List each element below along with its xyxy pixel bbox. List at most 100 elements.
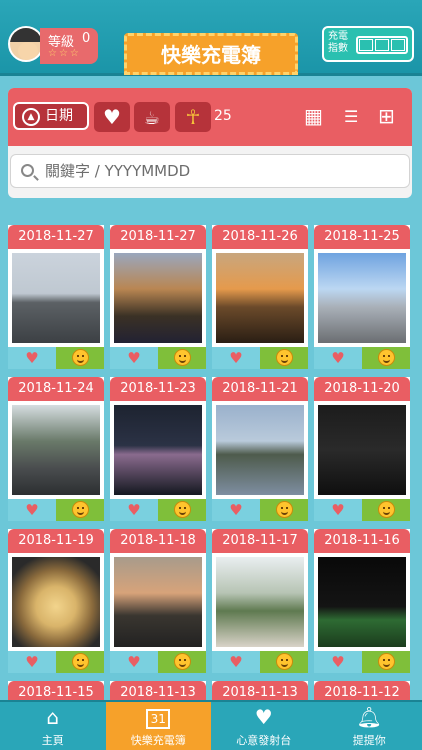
entry-grid: 2018-11-27 ♥ 2018-11-27 ♥ 2018-11-26 ♥ 2… xyxy=(8,225,414,705)
heart-icon[interactable]: ♥ xyxy=(314,651,362,673)
filter-person-button[interactable]: ☥ xyxy=(175,102,211,132)
entry-photo[interactable] xyxy=(12,557,100,647)
filter-panel: ▲ 日期 ♥ ☕ ☥ 25 ▦ ☰ ⊞ 關鍵字 / YYYYMMDD xyxy=(8,88,412,198)
entry-photo[interactable] xyxy=(216,557,304,647)
entry-footer: ♥ xyxy=(8,347,104,369)
smile-icon xyxy=(275,653,293,670)
entry-footer: ♥ xyxy=(314,499,410,521)
bell-icon: 🔔︎ xyxy=(356,705,382,729)
heart-icon[interactable]: ♥ xyxy=(110,499,158,521)
entry-footer: ♥ xyxy=(212,499,308,521)
grid-view-icon[interactable]: ⊞ xyxy=(378,104,395,128)
entry-photo[interactable] xyxy=(216,405,304,495)
tab-diary[interactable]: 31 快樂充電簿 xyxy=(105,702,211,750)
entry-footer: ♥ xyxy=(212,651,308,673)
filter-coffee-button[interactable]: ☕ xyxy=(134,102,170,132)
heart-icon[interactable]: ♥ xyxy=(314,499,362,521)
mood-cell xyxy=(362,347,410,369)
entry-footer: ♥ xyxy=(8,651,104,673)
entry-photo[interactable] xyxy=(12,405,100,495)
smile-icon xyxy=(377,349,395,366)
mood-cell xyxy=(158,347,206,369)
charge-index[interactable]: 充電指數 xyxy=(322,26,414,62)
heart-icon[interactable]: ♥ xyxy=(8,499,56,521)
entry-photo[interactable] xyxy=(216,253,304,343)
home-icon: ⌂ xyxy=(46,705,60,729)
heart-icon[interactable]: ♥ xyxy=(212,499,260,521)
heart-icon[interactable]: ♥ xyxy=(212,651,260,673)
entry-photo[interactable] xyxy=(318,253,406,343)
charge-label: 充電指數 xyxy=(328,31,348,54)
heart-icon[interactable]: ♥ xyxy=(314,347,362,369)
heart-icon[interactable]: ♥ xyxy=(8,347,56,369)
tab-wish[interactable]: ♥ 心意發射台 xyxy=(211,702,317,750)
person-icon: ☥ xyxy=(185,105,201,129)
heart-icon: ♥ xyxy=(254,705,273,729)
entry-photo[interactable] xyxy=(318,405,406,495)
sort-date-button[interactable]: ▲ 日期 xyxy=(13,102,89,130)
mood-cell xyxy=(158,651,206,673)
tab-remind-label: 提提你 xyxy=(352,734,386,747)
entry-card[interactable]: 2018-11-27 ♥ xyxy=(110,225,206,369)
entry-card[interactable]: 2018-11-27 ♥ xyxy=(8,225,104,369)
entry-card[interactable]: 2018-11-18 ♥ xyxy=(110,529,206,673)
tab-remind[interactable]: 🔔︎ 提提你 xyxy=(317,702,422,750)
entry-card[interactable]: 2018-11-13 xyxy=(212,681,308,705)
tab-diary-label: 快樂充電簿 xyxy=(130,734,186,747)
level-badge: 等級 0 ☆☆☆ xyxy=(40,28,98,64)
entry-photo[interactable] xyxy=(114,557,202,647)
entry-card[interactable]: 2018-11-20 ♥ xyxy=(314,377,410,521)
tab-wish-label: 心意發射台 xyxy=(236,734,292,747)
entry-date: 2018-11-24 xyxy=(8,377,104,401)
heart-icon[interactable]: ♥ xyxy=(212,347,260,369)
heart-icon[interactable]: ♥ xyxy=(8,651,56,673)
entry-date: 2018-11-27 xyxy=(8,225,104,249)
list-view-icon[interactable]: ☰ xyxy=(344,107,358,126)
entry-card[interactable]: 2018-11-15 xyxy=(8,681,104,705)
entry-footer: ♥ xyxy=(212,347,308,369)
mood-cell xyxy=(260,651,308,673)
smile-icon xyxy=(71,653,89,670)
heart-icon[interactable]: ♥ xyxy=(110,347,158,369)
entry-card[interactable]: 2018-11-23 ♥ xyxy=(110,377,206,521)
entry-date: 2018-11-17 xyxy=(212,529,308,553)
entry-card[interactable]: 2018-11-17 ♥ xyxy=(212,529,308,673)
entry-date: 2018-11-27 xyxy=(110,225,206,249)
entry-photo[interactable] xyxy=(12,253,100,343)
bottom-nav: ⌂ 主頁 31 快樂充電簿 ♥ 心意發射台 🔔︎ 提提你 xyxy=(0,700,422,750)
smile-icon xyxy=(377,501,395,518)
entry-card[interactable]: 2018-11-26 ♥ xyxy=(212,225,308,369)
entry-card[interactable]: 2018-11-21 ♥ xyxy=(212,377,308,521)
mood-cell xyxy=(56,347,104,369)
mood-cell xyxy=(56,651,104,673)
entry-card[interactable]: 2018-11-16 ♥ xyxy=(314,529,410,673)
search-input[interactable]: 關鍵字 / YYYYMMDD xyxy=(10,154,410,188)
smile-icon xyxy=(173,501,191,518)
entry-card[interactable]: 2018-11-24 ♥ xyxy=(8,377,104,521)
mood-cell xyxy=(158,499,206,521)
filter-heart-button[interactable]: ♥ xyxy=(94,102,130,132)
entry-photo[interactable] xyxy=(318,557,406,647)
entry-date: 2018-11-19 xyxy=(8,529,104,553)
mood-cell xyxy=(260,499,308,521)
entry-photo[interactable] xyxy=(114,253,202,343)
tab-home-label: 主頁 xyxy=(41,734,64,747)
entry-date: 2018-11-18 xyxy=(110,529,206,553)
top-bar: 等級 0 ☆☆☆ 快樂充電簿 充電指數 xyxy=(0,0,422,76)
avatar[interactable] xyxy=(8,26,44,62)
battery-icon xyxy=(356,36,408,54)
search-placeholder: 關鍵字 / YYYYMMDD xyxy=(45,162,191,180)
entry-card[interactable]: 2018-11-13 xyxy=(110,681,206,705)
entry-footer: ♥ xyxy=(110,347,206,369)
heart-icon[interactable]: ♥ xyxy=(110,651,158,673)
entry-card[interactable]: 2018-11-25 ♥ xyxy=(314,225,410,369)
tab-home[interactable]: ⌂ 主頁 xyxy=(0,702,106,750)
mood-cell xyxy=(56,499,104,521)
smile-icon xyxy=(377,653,395,670)
smile-icon xyxy=(173,349,191,366)
entry-card[interactable]: 2018-11-12 xyxy=(314,681,410,705)
calendar-view-icon[interactable]: ▦ xyxy=(304,104,323,128)
mood-cell xyxy=(362,499,410,521)
entry-card[interactable]: 2018-11-19 ♥ xyxy=(8,529,104,673)
entry-photo[interactable] xyxy=(114,405,202,495)
